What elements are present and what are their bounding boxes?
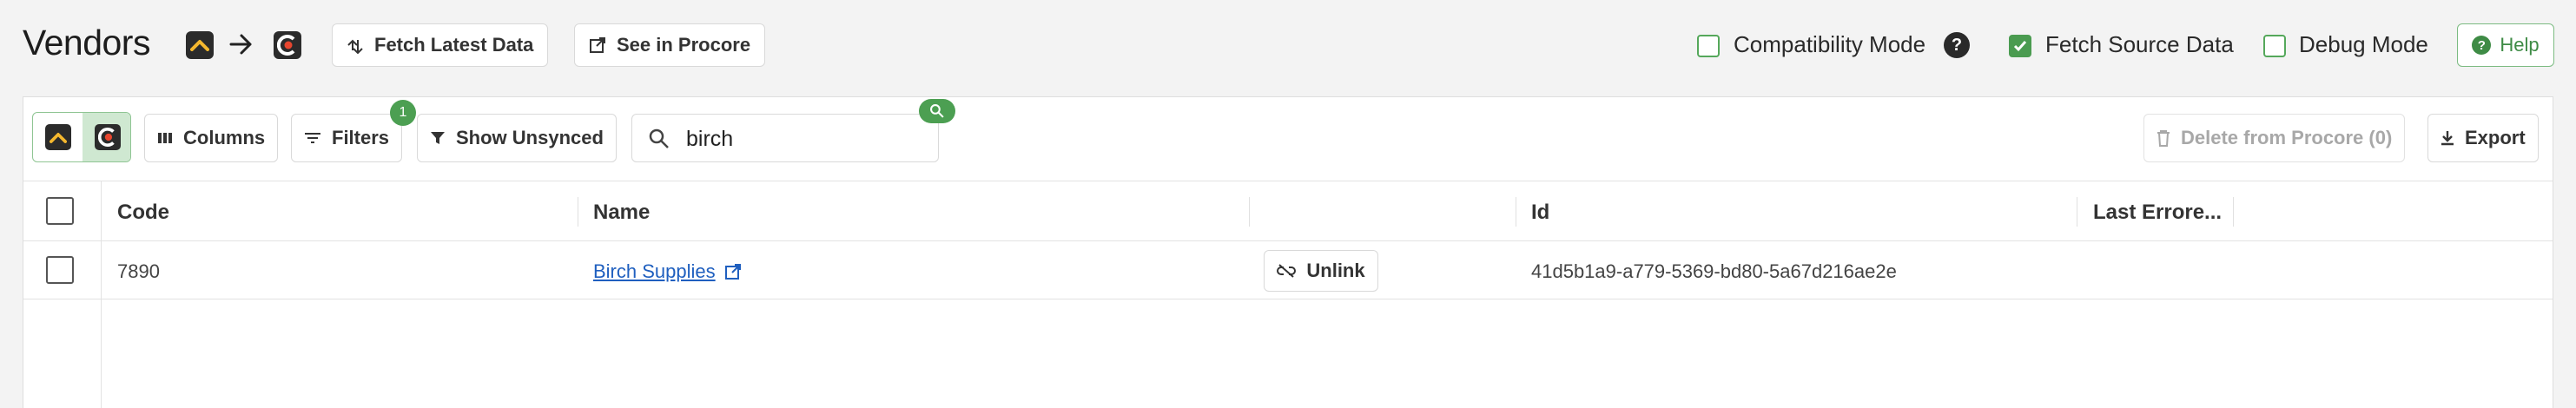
filter-lines-icon xyxy=(305,133,320,143)
vendor-name-link[interactable]: Birch Supplies xyxy=(593,260,742,283)
funnel-icon xyxy=(431,132,445,144)
filters-button[interactable]: Filters xyxy=(291,114,403,162)
grid-toolbar: Columns Filters 1 Show Unsynced birch De… xyxy=(23,97,2553,181)
external-link-icon xyxy=(590,37,605,53)
columns-label: Columns xyxy=(183,127,266,148)
fetch-icon xyxy=(347,39,363,54)
help-icon: ? xyxy=(2472,36,2492,55)
procore-source-icon xyxy=(186,31,214,59)
table-row: 7890 Birch Supplies Unlink 41d5b1a9-a779… xyxy=(23,241,2553,299)
fetch-latest-data-button[interactable]: Fetch Latest Data xyxy=(332,23,549,67)
filters-count-badge: 1 xyxy=(390,100,416,126)
check-icon xyxy=(2013,41,2027,52)
page-title: Vendors xyxy=(23,23,150,63)
download-icon xyxy=(2441,131,2454,146)
external-link-icon xyxy=(724,264,741,280)
question-icon[interactable]: ? xyxy=(1944,32,1970,58)
show-unsynced-button[interactable]: Show Unsynced xyxy=(417,114,617,162)
column-header-last-error[interactable]: Last Errore... xyxy=(2093,201,2222,225)
debug-mode-label: Debug Mode xyxy=(2299,31,2428,57)
see-in-procore-button[interactable]: See in Procore xyxy=(574,23,766,67)
source-target-toggle[interactable] xyxy=(32,112,131,162)
procore-target-icon xyxy=(94,124,121,150)
show-unsynced-label: Show Unsynced xyxy=(456,127,604,148)
see-in-procore-label: See in Procore xyxy=(617,34,751,56)
search-icon xyxy=(649,128,669,148)
toggle-source[interactable] xyxy=(33,113,83,161)
fetch-source-data-checkbox[interactable] xyxy=(2009,35,2031,57)
procore-source-icon xyxy=(44,124,71,150)
unlink-label: Unlink xyxy=(1306,260,1365,281)
search-icon xyxy=(930,104,944,118)
export-label: Export xyxy=(2465,127,2526,148)
filters-label: Filters xyxy=(332,127,390,148)
page-header: Vendors Fetch Latest Data See in Procore… xyxy=(0,0,2576,94)
delete-from-procore-button[interactable]: Delete from Procore (0) xyxy=(2143,114,2406,162)
search-active-badge xyxy=(919,99,955,123)
cell-code: 7890 xyxy=(117,260,160,282)
trash-icon xyxy=(2157,130,2170,147)
columns-button[interactable]: Columns xyxy=(144,114,279,162)
select-all-checkbox[interactable] xyxy=(46,197,74,225)
arrow-right-icon xyxy=(229,34,252,55)
fetch-source-data-label: Fetch Source Data xyxy=(2045,31,2234,57)
delete-label: Delete from Procore (0) xyxy=(2181,127,2393,148)
compatibility-mode-label: Compatibility Mode xyxy=(1734,31,1926,57)
column-header-code[interactable]: Code xyxy=(117,201,169,225)
column-header-id[interactable]: Id xyxy=(1531,201,1549,225)
fetch-latest-data-label: Fetch Latest Data xyxy=(374,34,534,56)
search-value: birch xyxy=(686,127,734,151)
help-label: Help xyxy=(2500,34,2540,56)
column-header-name[interactable]: Name xyxy=(593,201,650,225)
column-separator[interactable] xyxy=(1249,197,1250,227)
compatibility-mode-checkbox[interactable] xyxy=(1697,35,1720,57)
data-grid: Columns Filters 1 Show Unsynced birch De… xyxy=(23,96,2553,408)
debug-mode-checkbox[interactable] xyxy=(2263,35,2286,57)
vendor-name-text: Birch Supplies xyxy=(593,260,716,282)
columns-icon xyxy=(158,133,172,143)
unlink-button[interactable]: Unlink xyxy=(1264,250,1378,292)
procore-target-icon xyxy=(274,31,301,59)
column-separator[interactable] xyxy=(2233,197,2234,227)
export-button[interactable]: Export xyxy=(2427,114,2539,162)
toggle-target[interactable] xyxy=(83,113,130,161)
row-checkbox[interactable] xyxy=(46,256,74,284)
search-input[interactable]: birch xyxy=(631,114,939,162)
help-button[interactable]: ? Help xyxy=(2457,23,2554,67)
table-header: Code Name Id Last Errore... xyxy=(23,181,2553,241)
unlink-icon xyxy=(1277,264,1297,278)
cell-id: 41d5b1a9-a779-5369-bd80-5a67d216ae2e xyxy=(1531,260,1897,282)
